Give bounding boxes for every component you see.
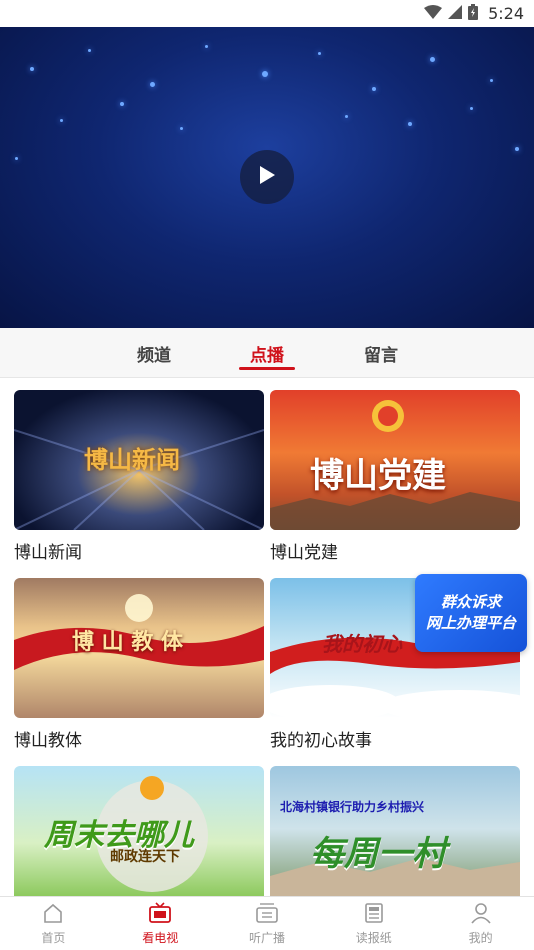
thumbnail-subtitle: 邮政连天下	[110, 849, 180, 865]
program-title: 博山党建	[270, 543, 338, 563]
status-time: 5:24	[488, 4, 524, 23]
program-thumbnail: 北海村镇银行助力乡村振兴 每周一村	[270, 766, 520, 896]
public-appeal-banner[interactable]: 群众诉求 网上办理平台	[415, 574, 527, 652]
program-title: 博山新闻	[14, 543, 82, 563]
tab-on-demand[interactable]: 点播	[227, 328, 307, 378]
play-icon	[258, 165, 276, 189]
bottom-nav: 首页 看电视 听广播 读报纸 我的	[0, 896, 534, 950]
radio-icon	[255, 902, 279, 929]
program-title: 我的初心故事	[270, 731, 372, 751]
banner-line-1: 群众诉求	[440, 593, 501, 611]
battery-icon	[468, 3, 479, 24]
thumbnail-title: 博 山 教 体	[72, 629, 183, 655]
nav-label: 听广播	[248, 930, 285, 945]
program-card-boshan-party[interactable]: 博山党建 博山党建	[270, 390, 520, 563]
nav-listen-radio[interactable]: 听广播	[214, 897, 321, 950]
program-thumbnail: 博山新闻	[14, 390, 264, 530]
thumbnail-subtitle: 北海村镇银行助力乡村振兴	[280, 800, 425, 814]
nav-watch-tv[interactable]: 看电视	[107, 897, 214, 950]
program-thumbnail: 博山党建	[270, 390, 520, 530]
banner-line-2: 网上办理平台	[425, 614, 516, 632]
nav-read-newspaper[interactable]: 读报纸	[320, 897, 427, 950]
program-thumbnail: 博 山 教 体	[14, 578, 264, 718]
program-thumbnail: 周末去哪儿 邮政连天下	[14, 766, 264, 896]
nav-label: 读报纸	[355, 930, 392, 945]
video-player[interactable]	[0, 27, 534, 328]
signal-icon	[448, 4, 463, 23]
tab-messages[interactable]: 留言	[341, 328, 421, 378]
program-card-weekly-village[interactable]: 北海村镇银行助力乡村振兴 每周一村	[270, 766, 520, 896]
play-button[interactable]	[240, 150, 294, 204]
program-card-weekend-trip[interactable]: 周末去哪儿 邮政连天下	[14, 766, 264, 896]
tab-bar: 频道 点播 留言	[0, 328, 534, 378]
nav-label: 我的	[468, 930, 493, 945]
nav-home[interactable]: 首页	[0, 897, 107, 950]
nav-label: 看电视	[142, 930, 179, 945]
program-title: 博山教体	[14, 731, 82, 751]
thumbnail-title: 我的初心	[322, 632, 402, 656]
nav-mine[interactable]: 我的	[427, 897, 534, 950]
status-bar: 5:24	[0, 0, 534, 27]
program-card-boshan-education[interactable]: 博 山 教 体 博山教体	[14, 578, 264, 751]
program-card-boshan-news[interactable]: 博山新闻 博山新闻	[14, 390, 264, 563]
thumbnail-title: 博山新闻	[84, 445, 180, 474]
tab-channels[interactable]: 频道	[114, 328, 194, 378]
thumbnail-title: 博山党建	[310, 456, 446, 496]
wifi-icon	[424, 4, 443, 23]
tv-icon	[148, 901, 172, 929]
thumbnail-title: 每周一村	[310, 834, 446, 874]
user-icon	[470, 902, 492, 929]
nav-label: 首页	[41, 930, 66, 945]
newspaper-icon	[363, 902, 385, 929]
home-icon	[42, 902, 64, 929]
